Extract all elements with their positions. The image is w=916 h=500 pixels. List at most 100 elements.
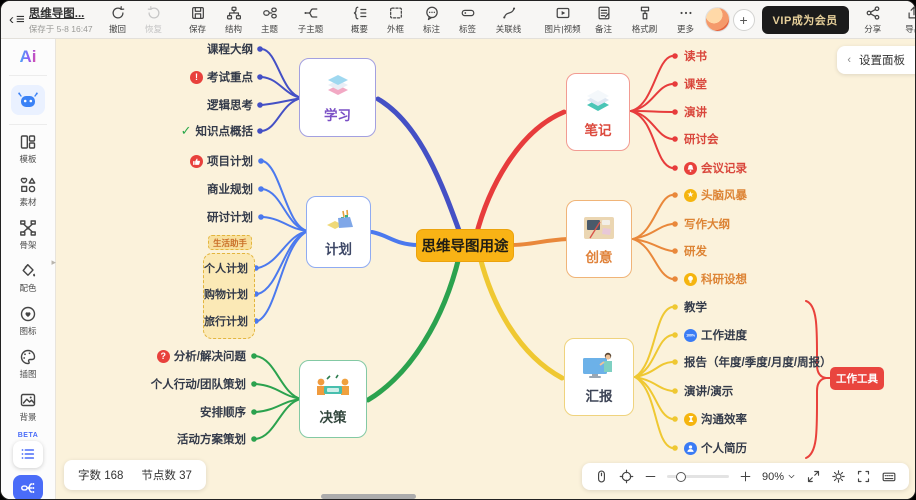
outline-button[interactable]: 概要 xyxy=(343,3,377,37)
sidebar-item-colors[interactable]: 配色 xyxy=(19,262,37,294)
topic-button[interactable]: 主题 xyxy=(253,3,287,37)
branch-node-decision[interactable]: 决策 xyxy=(299,360,367,438)
branch-node-ideas[interactable]: 创意 xyxy=(566,200,632,278)
branch-node-plan[interactable]: 计划 xyxy=(306,196,371,268)
zoom-slider[interactable] xyxy=(667,475,729,478)
zoom-out-icon[interactable] xyxy=(644,470,657,483)
keyboard-shortcuts-icon[interactable] xyxy=(881,469,897,484)
leaf-node[interactable]: ✓知识点概括 xyxy=(181,122,253,140)
top-toolbar: ‹ ≡ 思维导图... 保存于 5-8 16:47 撤回 恢复 保存 结构 主题 xyxy=(1,1,916,39)
fit-screen-icon[interactable] xyxy=(806,469,821,484)
redo-button[interactable]: 恢复 xyxy=(137,3,171,37)
leaf-node[interactable]: ?分析/解决问题 xyxy=(157,347,246,365)
zoom-level-dropdown[interactable]: 90% xyxy=(762,471,796,483)
sidebar-item-skeleton[interactable]: 骨架 xyxy=(19,219,37,251)
export-button[interactable]: 导出 xyxy=(897,3,916,37)
list-icon xyxy=(20,446,36,462)
leaf-node[interactable]: 写作大纲 xyxy=(684,215,730,233)
heart-badge-icon xyxy=(19,305,37,323)
mindmap-canvas[interactable]: 思维导图用途 学习 计划 决策 笔记 创意 汇报 生活助手 课 xyxy=(56,39,916,500)
leaf-node[interactable]: 沟通效率 xyxy=(684,410,747,428)
sidebar-item-background[interactable]: 背景 xyxy=(19,391,37,423)
media-button[interactable]: 图片|视频 xyxy=(541,3,585,37)
branch-label: 决策 xyxy=(320,406,347,426)
format-painter-button[interactable]: 格式刷 xyxy=(623,3,667,37)
add-collaborator-button[interactable]: + xyxy=(733,9,755,31)
central-topic-node[interactable]: 思维导图用途 xyxy=(416,229,514,262)
save-button[interactable]: 保存 xyxy=(181,3,215,37)
locate-center-icon[interactable] xyxy=(619,469,634,484)
leaf-node[interactable]: 项目计划 xyxy=(190,152,253,170)
leaf-node[interactable]: 课程大纲 xyxy=(207,40,253,58)
leaf-node[interactable]: 100%工作进度 xyxy=(684,326,747,344)
leaf-node[interactable]: 课堂 xyxy=(684,75,707,93)
branch-node-notes[interactable]: 笔记 xyxy=(566,73,630,151)
sidebar-item-illustrations[interactable]: 插图 xyxy=(19,348,37,380)
zoom-slider-knob[interactable] xyxy=(676,472,686,482)
leaf-node[interactable]: 个人行动/团队策划 xyxy=(151,375,246,393)
mouse-mode-icon[interactable] xyxy=(594,469,609,484)
leaf-node[interactable]: 活动方案策划 xyxy=(177,430,246,448)
gear-icon[interactable] xyxy=(831,469,846,484)
leaf-node[interactable]: 研发 xyxy=(684,242,707,260)
zoom-in-icon[interactable] xyxy=(739,470,752,483)
structure-icon xyxy=(226,5,242,21)
share-button[interactable]: 分享 xyxy=(856,3,890,37)
outline-view-button[interactable] xyxy=(13,441,43,467)
document-title-block[interactable]: 思维导图... 保存于 5-8 16:47 xyxy=(29,5,93,35)
exclamation-icon: ! xyxy=(190,71,203,84)
leaf-node[interactable]: 演讲 xyxy=(684,103,707,121)
back-icon[interactable]: ‹ xyxy=(9,7,14,33)
leaf-node[interactable]: 安排顺序 xyxy=(200,403,246,421)
sidebar-item-templates[interactable]: 模板 xyxy=(19,133,37,165)
frame-button[interactable]: 外框 xyxy=(379,3,413,37)
more-tools-button[interactable]: 更多 xyxy=(669,3,703,37)
undo-button[interactable]: 撤回 xyxy=(101,3,135,37)
ai-logo[interactable]: Ai xyxy=(20,47,37,67)
leaf-node[interactable]: 研讨会 xyxy=(684,130,719,148)
books-illustration xyxy=(319,71,357,101)
leaf-node[interactable]: 会议记录 xyxy=(684,159,747,177)
ai-assistant-button[interactable] xyxy=(11,85,45,115)
user-avatar[interactable] xyxy=(705,7,730,32)
leaf-node[interactable]: 购物计划 xyxy=(204,285,248,303)
leaf-node[interactable]: !考试重点 xyxy=(190,68,253,86)
structure-button[interactable]: 结构 xyxy=(217,3,251,37)
settings-panel-tab[interactable]: ‹ 设置面板 xyxy=(837,46,916,74)
note-button[interactable]: 备注 xyxy=(587,3,621,37)
sidebar-item-assets[interactable]: 素材 xyxy=(19,176,37,208)
leaf-node[interactable]: ★头脑风暴 xyxy=(684,186,747,204)
leaf-node[interactable]: 科研设想 xyxy=(684,270,747,288)
fullscreen-icon[interactable] xyxy=(856,469,871,484)
leaf-node[interactable]: 研讨计划 xyxy=(207,208,253,226)
leaf-node[interactable]: 逻辑思考 xyxy=(207,96,253,114)
document-title[interactable]: 思维导图... xyxy=(29,5,93,21)
branch-node-study[interactable]: 学习 xyxy=(299,58,376,137)
callout-button[interactable]: 标注 xyxy=(415,3,449,37)
horizontal-scrollbar[interactable] xyxy=(321,494,416,499)
tag-button[interactable]: 标签 xyxy=(451,3,485,37)
left-sidebar: Ai 模板 素材 骨架 配色 图标 插图 xyxy=(1,39,56,500)
group-tag-life-helper[interactable]: 生活助手 xyxy=(208,235,252,250)
leaf-node[interactable]: 个人简历 xyxy=(684,439,747,457)
mindmap-view-button[interactable] xyxy=(13,475,43,500)
summary-node-work-tools[interactable]: 工作工具 xyxy=(830,367,884,390)
sidebar-item-icons[interactable]: 图标 xyxy=(19,305,37,337)
leaf-node[interactable]: 旅行计划 xyxy=(204,312,248,330)
leaf-node[interactable]: 个人计划 xyxy=(204,259,248,277)
statistics-bar: 字数 168 节点数 37 xyxy=(64,460,206,490)
leaf-node[interactable]: 演讲/演示 xyxy=(684,382,733,400)
leaf-node[interactable]: 商业规划 xyxy=(207,180,253,198)
node-count: 节点数 37 xyxy=(141,467,192,483)
leaf-node[interactable]: 报告（年度/季度/月度/周报） xyxy=(684,353,832,371)
sidebar-expand-handle[interactable]: ▸ xyxy=(51,257,56,268)
leaf-node[interactable]: 读书 xyxy=(684,47,707,65)
branch-node-report[interactable]: 汇报 xyxy=(564,338,634,416)
vip-membership-button[interactable]: VIP成为会员 xyxy=(762,6,849,34)
menu-icon[interactable]: ≡ xyxy=(16,7,25,33)
relation-line-button[interactable]: 关联线 xyxy=(487,3,531,37)
desk-organizer-illustration xyxy=(321,207,357,235)
mindmap-icon xyxy=(20,480,36,496)
leaf-node[interactable]: 教学 xyxy=(684,298,707,316)
subtopic-button[interactable]: 子主题 xyxy=(289,3,333,37)
